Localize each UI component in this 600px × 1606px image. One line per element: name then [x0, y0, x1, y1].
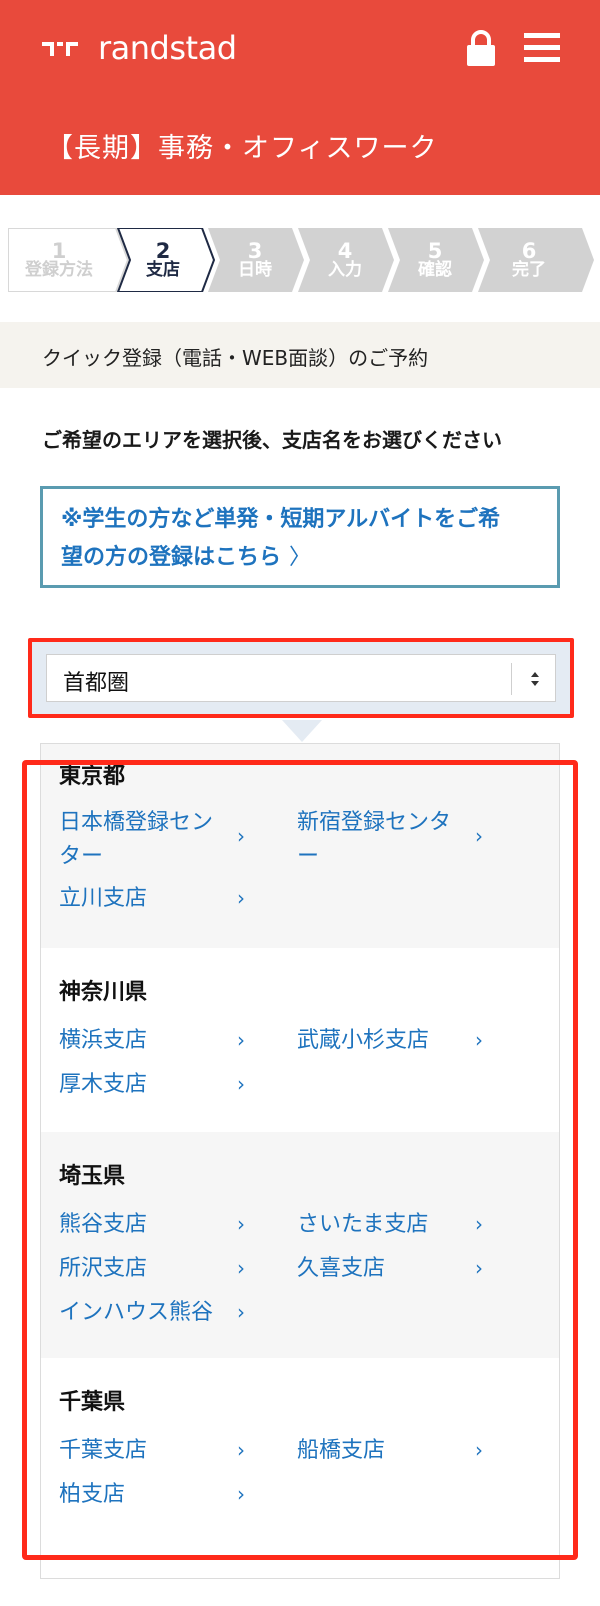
instruction-text: ご希望のエリアを選択後、支店名をお選びください: [42, 428, 502, 452]
notice-line-2: 望の方の登録はこちら〉: [61, 539, 539, 577]
branch-link-kashiwa[interactable]: 柏支店: [59, 1478, 125, 1512]
randstad-logo-icon: [42, 42, 78, 56]
region-title: 東京都: [59, 764, 126, 789]
hamburger-menu-icon[interactable]: [524, 33, 560, 63]
chevron-right-icon[interactable]: ›: [475, 824, 483, 848]
notice-line-1: ※学生の方など単発・短期アルバイトをご希: [61, 507, 501, 532]
branch-link-inhouse-kumagaya[interactable]: インハウス熊谷: [59, 1296, 213, 1330]
region-tokyo: 東京都 日本橋登録セン ター › 新宿登録センター › 立川支店 ›: [41, 744, 559, 948]
branch-link-chiba[interactable]: 千葉支店: [59, 1434, 147, 1468]
step-5-label: 確認: [418, 260, 452, 281]
randstad-logo[interactable]: randstad: [40, 28, 237, 68]
area-select-value: 首都圏: [63, 671, 130, 696]
chevron-right-icon: 〉: [289, 545, 312, 570]
step-6-number: 6: [521, 239, 537, 264]
step-5-number: 5: [427, 239, 443, 264]
chevron-right-icon[interactable]: ›: [237, 886, 245, 910]
header: randstad 【長期】事務・オフィスワーク: [0, 0, 600, 195]
branch-name-cont: ター: [59, 844, 104, 869]
step-1-label: 登録方法: [25, 260, 93, 281]
select-divider: [511, 663, 512, 695]
area-select[interactable]: 首都圏: [46, 654, 556, 702]
step-progress: 1 登録方法 2 支店 3 日時 4 入力 5 確認 6 完了: [8, 228, 598, 292]
chevron-right-icon[interactable]: ›: [237, 1300, 245, 1324]
region-saitama: 埼玉県 熊谷支店 › さいたま支店 › 所沢支店 › 久喜支店 › インハウス熊…: [41, 1132, 559, 1358]
region-title: 埼玉県: [59, 1164, 126, 1189]
chevron-right-icon[interactable]: ›: [475, 1256, 483, 1280]
step-3: 3 日時: [212, 228, 298, 292]
subtitle-band: クイック登録（電話・WEB面談）のご予約: [0, 322, 600, 388]
step-4: 4 入力: [302, 228, 388, 292]
branch-link-nihonbashi[interactable]: 日本橋登録セン ター: [59, 806, 213, 874]
brand-name: randstad: [98, 29, 237, 67]
step-4-number: 4: [337, 239, 353, 264]
branch-link-funabashi[interactable]: 船橋支店: [297, 1434, 385, 1468]
page-title: 【長期】事務・オフィスワーク: [46, 133, 438, 164]
step-1: 1 登録方法: [16, 228, 102, 292]
area-select-highlight: 首都圏: [28, 638, 574, 718]
step-2-label: 支店: [146, 260, 180, 281]
lock-icon[interactable]: [466, 30, 496, 66]
region-chiba: 千葉県 千葉支店 › 船橋支店 › 柏支店 ›: [41, 1358, 559, 1578]
branch-link-tokorozawa[interactable]: 所沢支店: [59, 1252, 147, 1286]
chevron-right-icon[interactable]: ›: [237, 824, 245, 848]
step-2-number: 2: [155, 239, 171, 264]
step-4-label: 入力: [328, 260, 362, 281]
step-6-label: 完了: [512, 260, 546, 281]
branch-link-yokohama[interactable]: 横浜支店: [59, 1024, 147, 1058]
chevron-right-icon[interactable]: ›: [237, 1072, 245, 1096]
branch-link-shinjuku[interactable]: 新宿登録センター: [297, 806, 451, 874]
step-2: 2 支店: [120, 228, 206, 292]
chevron-right-icon[interactable]: ›: [237, 1028, 245, 1052]
chevron-right-icon[interactable]: ›: [475, 1438, 483, 1462]
step-6: 6 完了: [486, 228, 572, 292]
step-3-label: 日時: [238, 260, 272, 281]
branch-link-saitama[interactable]: さいたま支店: [297, 1208, 428, 1242]
select-updown-icon: [531, 672, 539, 686]
step-5: 5 確認: [392, 228, 478, 292]
chevron-right-icon[interactable]: ›: [237, 1256, 245, 1280]
branch-name: 新宿登録センタ: [297, 810, 452, 835]
notice-line-2-text: 望の方の登録はこちら: [61, 545, 282, 570]
dropdown-pointer: [282, 720, 322, 742]
chevron-right-icon[interactable]: ›: [237, 1212, 245, 1236]
chevron-right-icon[interactable]: ›: [475, 1028, 483, 1052]
short-term-registration-link[interactable]: ※学生の方など単発・短期アルバイトをご希 望の方の登録はこちら〉: [40, 486, 560, 588]
chevron-right-icon[interactable]: ›: [237, 1438, 245, 1462]
step-1-number: 1: [51, 239, 67, 264]
branch-link-musashikosugi[interactable]: 武蔵小杉支店: [297, 1024, 429, 1058]
region-kanagawa: 神奈川県 横浜支店 › 武蔵小杉支店 › 厚木支店 ›: [41, 948, 559, 1132]
section-subtitle: クイック登録（電話・WEB面談）のご予約: [42, 346, 429, 370]
branch-link-kuki[interactable]: 久喜支店: [297, 1252, 385, 1286]
branch-name-cont: ー: [297, 844, 320, 869]
branch-name: 日本橋登録セン: [59, 810, 214, 835]
region-title: 神奈川県: [59, 980, 148, 1005]
branch-link-atsugi[interactable]: 厚木支店: [59, 1068, 147, 1102]
step-3-number: 3: [247, 239, 263, 264]
branch-link-kumagaya[interactable]: 熊谷支店: [59, 1208, 147, 1242]
chevron-right-icon[interactable]: ›: [237, 1482, 245, 1506]
chevron-right-icon[interactable]: ›: [475, 1212, 483, 1236]
branch-link-tachikawa[interactable]: 立川支店: [59, 882, 147, 916]
region-title: 千葉県: [59, 1390, 126, 1415]
